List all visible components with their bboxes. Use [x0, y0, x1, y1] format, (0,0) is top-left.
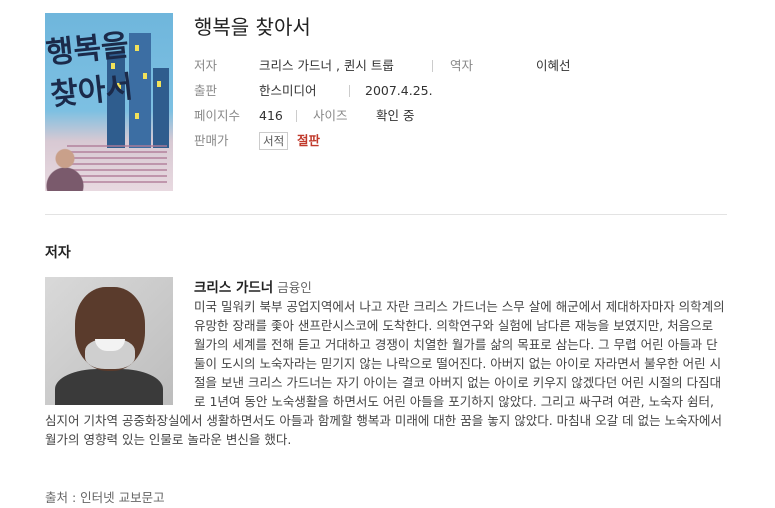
- book-cover-image[interactable]: 행복을 찾아서: [45, 13, 173, 191]
- size-value: 확인 중: [376, 108, 415, 123]
- section-divider: [45, 214, 727, 215]
- source-credit: 출처 : 인터넷 교보문고: [45, 490, 165, 505]
- publish-date: 2007.4.25.: [365, 83, 433, 98]
- book-detail-page: 행복을 찾아서 행복을 찾아서 저자 크리스 가드너 , 퀸시 트룹 역자 이혜…: [0, 0, 775, 508]
- cover-title-art: 행복을 찾아서: [45, 27, 135, 114]
- cover-illustration: [45, 141, 85, 191]
- book-title[interactable]: 행복을 찾아서: [194, 11, 311, 40]
- author-name[interactable]: 크리스 가드너: [194, 280, 273, 296]
- publisher-link[interactable]: 한스미디어: [259, 81, 317, 101]
- author-label: 저자: [194, 58, 218, 73]
- translator-label: 역자: [450, 58, 474, 73]
- seller-label: 판매가: [194, 133, 229, 148]
- author-bio: 미국 밀워키 북부 공업지역에서 나고 자란 크리스 가드너는 스무 살에 해군…: [45, 297, 727, 469]
- divider: [349, 85, 350, 97]
- divider: [432, 60, 433, 72]
- divider: [296, 110, 297, 122]
- author-links[interactable]: 크리스 가드너 , 퀸시 트룹: [259, 56, 394, 76]
- pages-label: 페이지수: [194, 108, 241, 123]
- pages-value: 416: [259, 108, 283, 123]
- publish-label: 출판: [194, 83, 218, 98]
- author-occupation: 금융인: [277, 280, 312, 295]
- size-label: 사이즈: [313, 108, 348, 123]
- seller-badge[interactable]: 서적: [259, 132, 289, 150]
- author-section-heading: 저자: [45, 245, 71, 261]
- translator-link[interactable]: 이혜선: [536, 56, 571, 76]
- author-name-line: 크리스 가드너 금융인: [194, 276, 312, 296]
- out-of-print-status: 절판: [297, 133, 321, 148]
